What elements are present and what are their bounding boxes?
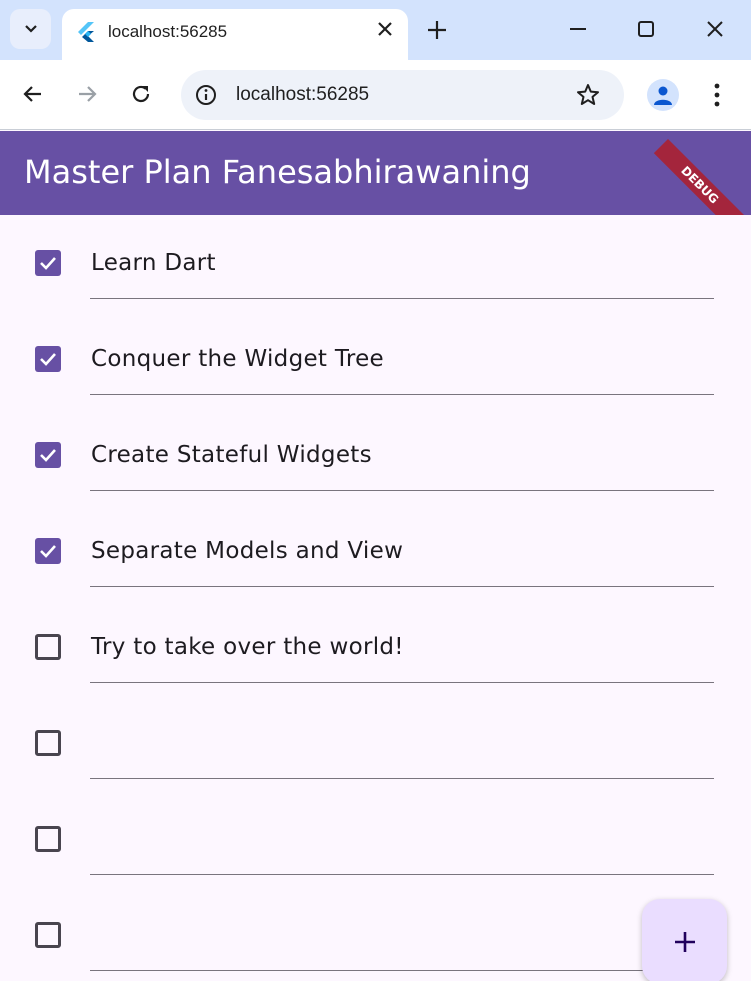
task-text: Create Stateful Widgets <box>91 442 372 468</box>
task-text: Learn Dart <box>91 250 216 276</box>
new-tab-icon[interactable] <box>426 19 448 41</box>
more-vert-icon[interactable] <box>706 82 728 108</box>
task-row: Create Stateful Widgets <box>0 407 751 503</box>
task-checkbox[interactable] <box>35 346 61 372</box>
task-text-field[interactable] <box>90 791 714 875</box>
browser-tab[interactable]: localhost:56285 <box>62 9 408 60</box>
task-text: Conquer the Widget Tree <box>91 346 384 372</box>
task-checkbox[interactable] <box>35 922 61 948</box>
check-icon <box>40 257 56 270</box>
bookmark-star-icon[interactable] <box>575 82 601 108</box>
task-text-field[interactable] <box>90 887 714 971</box>
page-title: Master Plan Fanesabhirawaning <box>24 153 531 191</box>
task-row: Try to take over the world! <box>0 599 751 695</box>
task-checkbox[interactable] <box>35 826 61 852</box>
task-text-field[interactable]: Try to take over the world! <box>90 599 714 683</box>
plus-icon <box>674 931 695 952</box>
task-text-field[interactable]: Learn Dart <box>90 215 714 299</box>
task-list: Learn Dart Conquer the Widget Tree Creat… <box>0 215 751 981</box>
task-text: Separate Models and View <box>91 538 404 564</box>
check-icon <box>40 449 56 462</box>
task-checkbox[interactable] <box>35 250 61 276</box>
task-text-field[interactable]: Create Stateful Widgets <box>90 407 714 491</box>
task-text-field[interactable]: Conquer the Widget Tree <box>90 311 714 395</box>
address-bar[interactable]: localhost:56285 <box>181 70 624 120</box>
task-row: Separate Models and View <box>0 503 751 599</box>
add-task-button[interactable] <box>642 899 727 981</box>
browser-toolbar: localhost:56285 <box>0 60 751 130</box>
task-row <box>0 887 751 981</box>
profile-avatar[interactable] <box>647 79 679 111</box>
debug-banner: DEBUG <box>653 139 746 215</box>
maximize-icon[interactable] <box>636 19 656 39</box>
forward-arrow-icon[interactable] <box>75 82 99 106</box>
task-row: Learn Dart <box>0 215 751 311</box>
url-text[interactable]: localhost:56285 <box>236 84 369 106</box>
task-checkbox[interactable] <box>35 730 61 756</box>
task-checkbox[interactable] <box>35 634 61 660</box>
task-checkbox[interactable] <box>35 442 61 468</box>
person-icon <box>654 86 672 105</box>
task-row: Conquer the Widget Tree <box>0 311 751 407</box>
minimize-icon[interactable] <box>568 19 588 39</box>
task-checkbox[interactable] <box>35 538 61 564</box>
app-bar: Master Plan Fanesabhirawaning DEBUG <box>0 131 751 215</box>
tab-search-button[interactable] <box>10 9 51 49</box>
task-row <box>0 695 751 791</box>
task-text-field[interactable]: Separate Models and View <box>90 503 714 587</box>
close-window-icon[interactable] <box>705 19 725 39</box>
chevron-down-icon <box>24 25 37 33</box>
info-icon[interactable] <box>195 84 217 106</box>
tab-title: localhost:56285 <box>108 22 228 41</box>
task-text-field[interactable] <box>90 695 714 779</box>
reload-icon[interactable] <box>129 82 153 106</box>
back-arrow-icon[interactable] <box>21 82 45 106</box>
check-icon <box>40 353 56 366</box>
close-tab-icon[interactable] <box>376 20 394 38</box>
task-text: Try to take over the world! <box>91 634 404 660</box>
flutter-logo-icon <box>78 22 94 42</box>
browser-tab-strip: localhost:56285 <box>0 0 751 60</box>
task-row <box>0 791 751 887</box>
check-icon <box>40 545 56 558</box>
